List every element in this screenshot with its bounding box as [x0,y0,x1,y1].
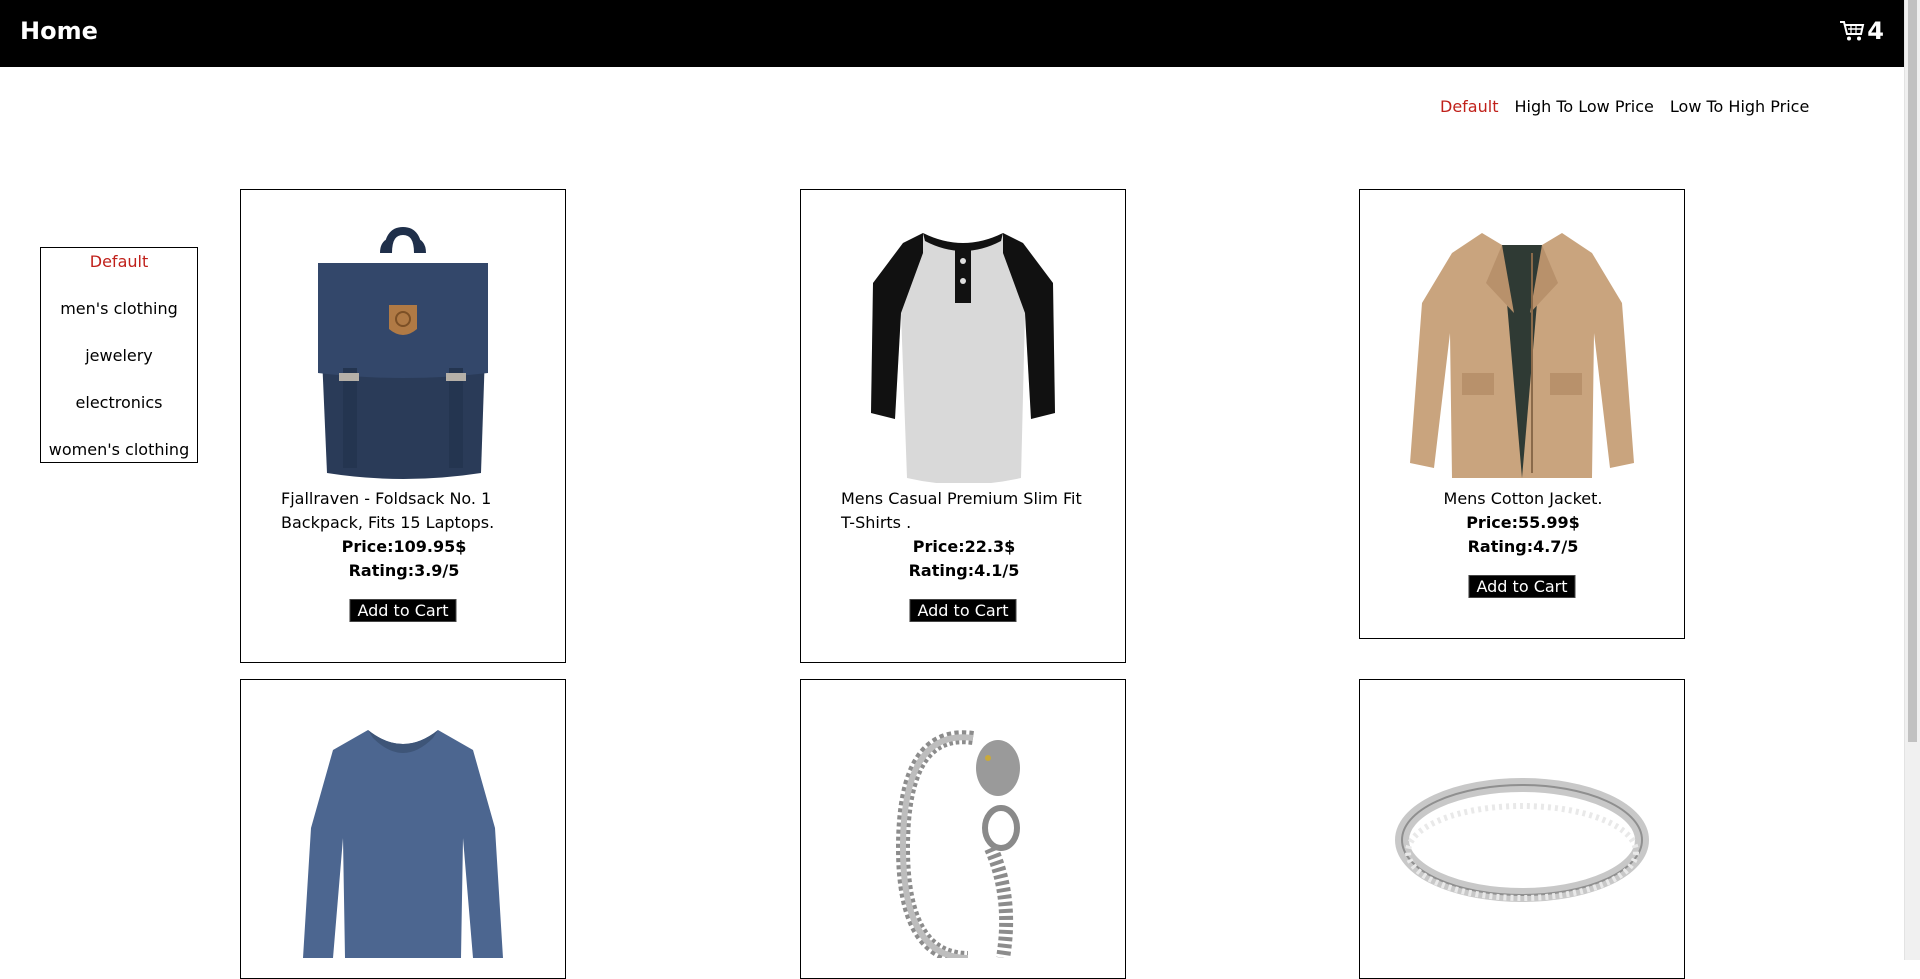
category-jewelery[interactable]: jewelery [85,344,153,368]
category-filter: Default men's clothing jewelery electron… [40,247,198,463]
category-mens-clothing[interactable]: men's clothing [60,297,178,321]
cart-count: 4 [1867,17,1884,45]
cart-icon [1840,21,1865,41]
category-electronics[interactable]: electronics [76,391,163,415]
product-price: Price:109.95$ [341,537,467,556]
home-link[interactable]: Home [20,17,98,45]
product-image-long-sleeve-shirt [273,718,533,958]
product-rating: Rating:3.9/5 [348,561,460,580]
sort-default[interactable]: Default [1440,97,1498,116]
category-womens-clothing[interactable]: women's clothing [49,438,189,462]
sort-low-to-high[interactable]: Low To High Price [1670,97,1809,116]
product-image-jacket [1392,228,1652,478]
product-image-backpack [273,226,533,479]
product-image-ring [1392,740,1652,940]
sort-high-to-low[interactable]: High To Low Price [1514,97,1653,116]
add-to-cart-button[interactable]: Add to Cart [1468,575,1576,598]
product-price: Price:55.99$ [1466,513,1580,532]
top-navbar: Home 4 [0,0,1904,67]
add-to-cart-button[interactable]: Add to Cart [909,599,1017,622]
product-rating: Rating:4.1/5 [908,561,1020,580]
product-title: Mens Casual Premium Slim Fit T-Shirts . [841,489,1082,532]
page-scrollbar[interactable] [1904,0,1920,960]
product-card [800,679,1126,979]
product-image-bracelet [833,718,1093,958]
cart-button[interactable]: 4 [1839,17,1884,45]
product-card [1359,679,1685,979]
product-image-tshirt [833,228,1093,483]
product-title: Mens Cotton Jacket. [1443,489,1603,508]
product-card: Mens Cotton Jacket. Price:55.99$ Rating:… [1359,189,1685,639]
product-rating: Rating:4.7/5 [1467,537,1579,556]
category-default[interactable]: Default [90,250,148,274]
product-card: Fjallraven - Foldsack No. 1 Backpack, Fi… [240,189,566,663]
product-card [240,679,566,979]
product-price: Price:22.3$ [912,537,1016,556]
scrollbar-thumb[interactable] [1908,0,1917,742]
sort-options: Default High To Low Price Low To High Pr… [1440,97,1809,116]
product-title: Fjallraven - Foldsack No. 1 Backpack, Fi… [281,489,495,532]
product-card: Mens Casual Premium Slim Fit T-Shirts . … [800,189,1126,663]
add-to-cart-button[interactable]: Add to Cart [349,599,457,622]
